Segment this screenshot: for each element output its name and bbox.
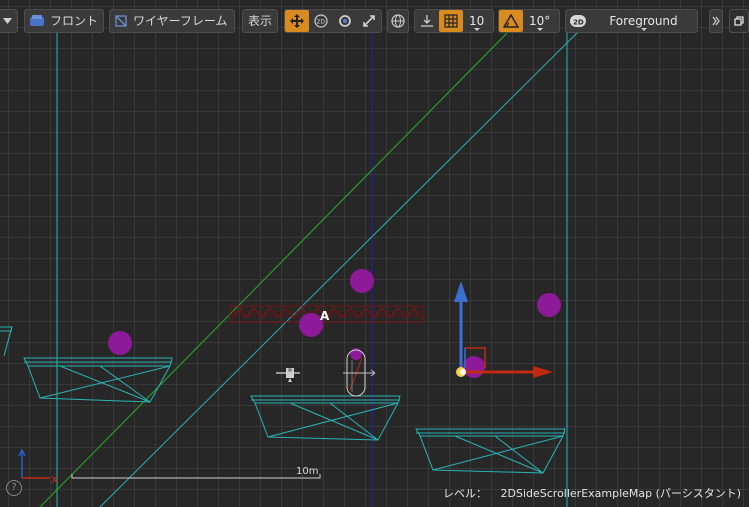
axis-indicator: X (18, 448, 58, 486)
help-icon[interactable]: ? (6, 480, 22, 496)
pickup-orb[interactable] (108, 331, 132, 355)
transform-tools-group: 2D (284, 9, 382, 33)
pickup-orb[interactable] (463, 356, 485, 378)
chevron-down-icon (2, 18, 12, 24)
level-status: レベル： 2DSideScrollerExampleMap (パーシスタント) (443, 485, 741, 501)
translate-tool-button[interactable] (285, 10, 309, 32)
gizmo-z-arrow[interactable] (454, 281, 468, 302)
platform-middle[interactable] (250, 395, 401, 441)
grid-snap-toggle[interactable] (439, 10, 463, 32)
layer-toggle-button[interactable]: 2D (566, 10, 590, 32)
view-wireframe-button[interactable]: ワイヤーフレーム (109, 9, 235, 33)
view-mode-front-button[interactable]: フロント (24, 9, 104, 33)
show-menu-label: 表示 (247, 14, 272, 28)
viewport-toolbar: フロント ワイヤーフレーム 表示 2D 10 10° 2D Foreground (0, 8, 749, 36)
layer-label: Foreground (609, 14, 678, 28)
2d-layer-icon: 2D (570, 15, 586, 27)
pickup-orb[interactable] (350, 269, 374, 293)
toolbar-overflow-button[interactable] (709, 9, 723, 33)
2d-mode-button[interactable]: 2D (309, 10, 333, 32)
view-wireframe-label: ワイヤーフレーム (133, 14, 228, 28)
grid-icon (444, 14, 458, 28)
scale-icon (363, 15, 375, 27)
maximize-icon (734, 16, 744, 26)
viewport-menu-button[interactable] (0, 9, 18, 33)
layer-dropdown[interactable]: Foreground (590, 10, 697, 32)
diagonal-cyan-line (99, 29, 581, 507)
grid-snap-value-text: 10 (469, 14, 485, 28)
level-prefix: レベル： (443, 487, 487, 500)
rotate-tool-button[interactable] (333, 10, 357, 32)
move-arrows-icon (290, 14, 304, 28)
grid-snap-group: 10 (414, 9, 494, 33)
rotate-icon (339, 15, 351, 27)
svg-text:2D: 2D (317, 19, 326, 26)
pickup-orb[interactable] (537, 293, 561, 317)
globe-icon (391, 14, 405, 28)
gizmo-x-arrow[interactable] (533, 366, 553, 378)
camera-icon[interactable] (276, 368, 300, 382)
double-chevron-right-icon (712, 16, 720, 26)
platform-right[interactable] (415, 428, 566, 474)
scale-bar: 10m (71, 466, 321, 479)
scene-canvas[interactable]: A X 10m (0, 0, 749, 507)
rotation-snap-value[interactable]: 10° (523, 10, 556, 32)
marker-a-label: A (320, 309, 330, 323)
scale-tool-button[interactable] (357, 10, 381, 32)
grid-snap-value[interactable]: 10 (463, 10, 490, 32)
layer-selector[interactable]: 2D Foreground (565, 9, 698, 33)
view-cube-icon (29, 14, 45, 28)
surface-snap-icon (421, 15, 433, 27)
view-mode-label: フロント (50, 14, 99, 28)
surface-snap-button[interactable] (415, 10, 439, 32)
level-name: 2DSideScrollerExampleMap (パーシスタント) (500, 487, 742, 500)
rotation-snap-value-text: 10° (529, 14, 551, 28)
coordinate-space-button[interactable] (387, 9, 409, 33)
rotation-snap-icon (503, 14, 519, 28)
axis-x-label: X (51, 475, 58, 486)
scale-bar-label: 10m (296, 466, 318, 477)
platform-left-edge[interactable] (0, 326, 13, 357)
viewport[interactable]: A X 10m (0, 0, 749, 507)
svg-text:2D: 2D (573, 19, 584, 27)
rotation-snap-group: 10° (498, 9, 560, 33)
wireframe-icon (114, 14, 128, 28)
maximize-viewport-button[interactable] (729, 9, 749, 33)
rotation-snap-toggle[interactable] (499, 10, 523, 32)
2d-icon: 2D (314, 14, 328, 28)
show-menu-button[interactable]: 表示 (242, 9, 278, 33)
